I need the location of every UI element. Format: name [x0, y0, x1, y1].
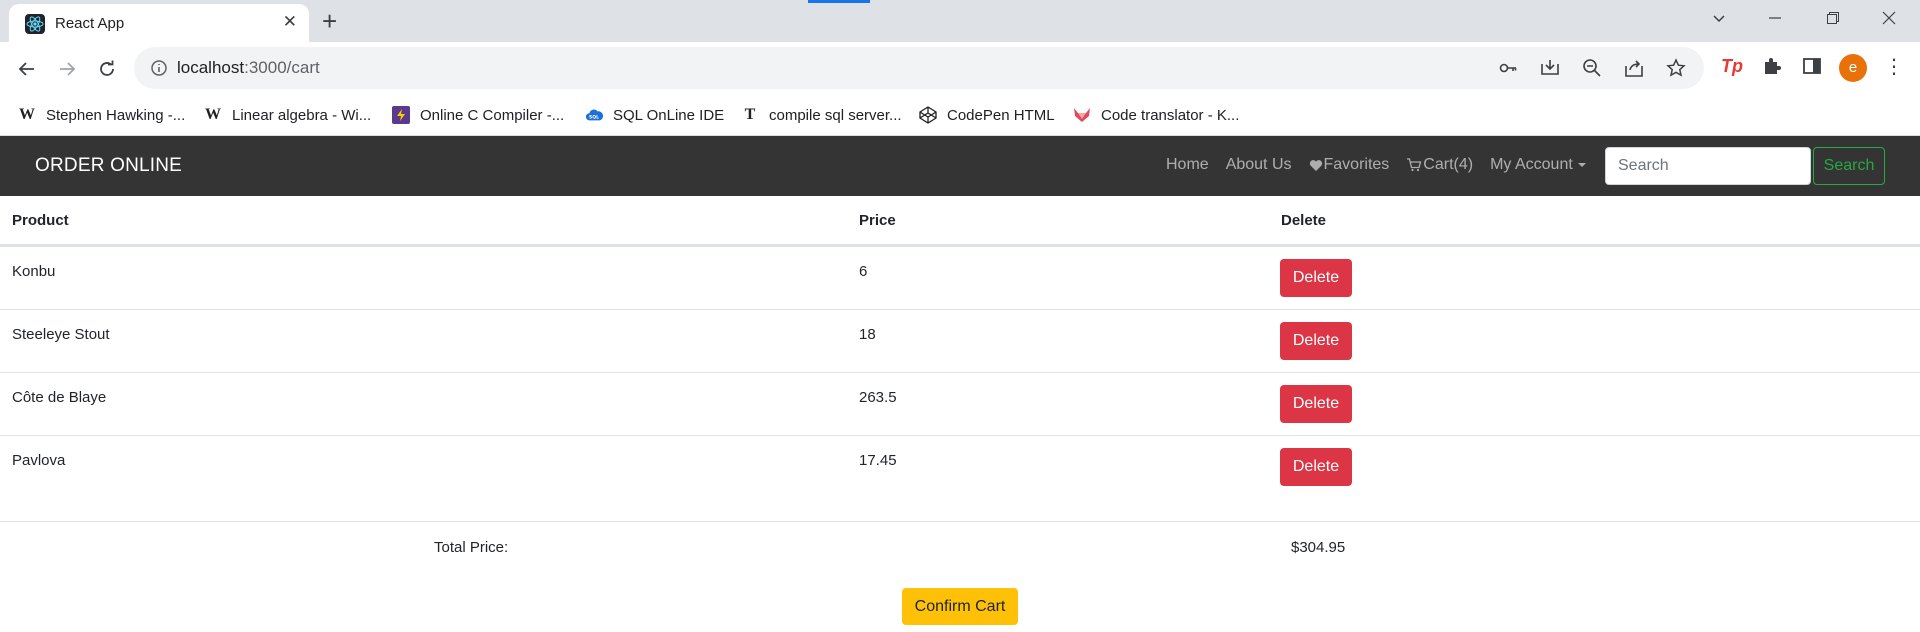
t-letter-icon: T [744, 106, 756, 123]
side-panel-icon[interactable] [1801, 55, 1823, 77]
sql-cloud-icon: SQL [585, 106, 603, 124]
minimize-icon[interactable] [1752, 5, 1798, 35]
bookmark-item[interactable]: W Linear algebra - Wi... [204, 104, 371, 126]
bookmark-item[interactable]: W Stephen Hawking -... [18, 104, 185, 126]
bookmark-label: Online C Compiler -... [420, 106, 565, 124]
product-name: Pavlova [12, 452, 66, 469]
table-header: Product Price Delete [0, 196, 1920, 246]
restore-icon[interactable] [1810, 5, 1856, 35]
nav-links: Home About Us Favorites Cart(4) My Accou… [1166, 156, 1586, 174]
product-name: Konbu [12, 263, 56, 280]
total-label: Total Price: [434, 539, 509, 556]
address-bar[interactable]: localhost:3000/cart [134, 47, 1704, 89]
extensions-puzzle-icon[interactable] [1761, 55, 1783, 77]
product-name: Côte de Blaye [12, 389, 107, 406]
fox-icon [1073, 106, 1091, 124]
confirm-cart-button[interactable]: Confirm Cart [902, 588, 1018, 625]
bookmarks-bar: W Stephen Hawking -... W Linear algebra … [0, 96, 1920, 136]
table-row: Pavlova 17.45 Delete [0, 435, 1920, 498]
total-value: $304.95 [1291, 539, 1346, 556]
product-name: Steeleye Stout [12, 326, 110, 343]
app-navbar: ORDER ONLINE Home About Us Favorites Car… [0, 136, 1920, 196]
header-price: Price [859, 212, 896, 229]
bookmark-label: Linear algebra - Wi... [232, 106, 372, 124]
install-app-icon[interactable] [1540, 58, 1560, 83]
nav-favorites-link[interactable]: Favorites [1309, 156, 1390, 174]
nav-cart-link[interactable]: Cart(4) [1406, 156, 1473, 174]
tab-search-chevron-icon[interactable] [1696, 5, 1742, 35]
favorites-label: Favorites [1323, 156, 1390, 173]
wikipedia-icon: W [19, 106, 35, 123]
bookmark-label: SQL OnLine IDE [613, 106, 725, 124]
svg-text:SQL: SQL [589, 115, 599, 121]
cart-table: Product Price Delete Konbu 6 Delete Stee… [0, 196, 1920, 498]
bookmark-star-icon[interactable] [1666, 58, 1686, 83]
product-price: 263.5 [859, 389, 897, 406]
zoom-out-icon[interactable] [1582, 58, 1602, 83]
tab-drag-indicator [808, 0, 870, 3]
delete-button[interactable]: Delete [1280, 322, 1352, 360]
bookmark-label: Code translator - K... [1101, 106, 1240, 124]
reload-icon[interactable] [93, 55, 121, 83]
nav-about-link[interactable]: About Us [1226, 156, 1292, 174]
close-window-icon[interactable] [1866, 5, 1912, 35]
product-price: 18 [859, 326, 876, 343]
dropdown-caret-icon [1577, 163, 1586, 167]
profile-avatar[interactable]: e [1839, 54, 1867, 82]
search-input[interactable] [1605, 147, 1811, 185]
tab-close-icon[interactable]: ✕ [283, 12, 297, 32]
bookmark-item[interactable]: Online C Compiler -... [392, 104, 564, 126]
browser-toolbar: localhost:3000/cart [0, 42, 1920, 96]
bookmark-item[interactable]: T compile sql server... [741, 104, 902, 126]
bookmark-item[interactable]: SQL SQL OnLine IDE [585, 104, 724, 126]
codepen-icon [919, 106, 937, 124]
omnibox-actions [1498, 58, 1686, 83]
delete-button[interactable]: Delete [1280, 448, 1352, 486]
bookmark-item[interactable]: Code translator - K... [1073, 104, 1239, 126]
bookmark-item[interactable]: CodePen HTML [919, 104, 1055, 126]
url-path: :3000/cart [244, 58, 320, 77]
product-price: 17.45 [859, 452, 897, 469]
share-icon[interactable] [1624, 58, 1644, 83]
onlinegdb-icon [392, 106, 410, 124]
total-row: Total Price: $304.95 [0, 521, 1920, 573]
browser-tab[interactable]: React App ✕ [9, 4, 309, 42]
back-arrow-icon[interactable] [13, 55, 41, 83]
table-row: Côte de Blaye 263.5 Delete [0, 372, 1920, 435]
table-row: Konbu 6 Delete [0, 246, 1920, 309]
brand-title[interactable]: ORDER ONLINE [35, 155, 182, 177]
browser-tabstrip: React App ✕ + [0, 0, 1920, 42]
header-product: Product [12, 212, 69, 229]
nav-home-link[interactable]: Home [1166, 156, 1209, 174]
wikipedia-icon: W [205, 106, 221, 123]
react-logo-icon [25, 14, 45, 34]
tp-extension-icon[interactable]: Tp [1721, 55, 1743, 77]
delete-button[interactable]: Delete [1280, 259, 1352, 297]
cart-label: Cart(4) [1423, 156, 1474, 173]
key-icon[interactable] [1498, 58, 1518, 83]
url-text[interactable]: localhost:3000/cart [177, 58, 320, 78]
forward-arrow-icon[interactable] [53, 55, 81, 83]
site-info-icon[interactable] [150, 59, 168, 82]
url-host: localhost [177, 58, 245, 77]
browser-menu-icon[interactable]: ⋮ [1884, 56, 1904, 78]
new-tab-icon[interactable]: + [322, 8, 337, 34]
cart-icon [1407, 158, 1422, 172]
tab-title: React App [55, 15, 125, 32]
bookmark-label: CodePen HTML [947, 106, 1055, 124]
table-row: Steeleye Stout 18 Delete [0, 309, 1920, 372]
header-delete: Delete [1281, 212, 1327, 229]
nav-account-dropdown[interactable]: My Account [1490, 156, 1586, 174]
product-price: 6 [859, 263, 868, 280]
search-button[interactable]: Search [1813, 147, 1885, 185]
bookmark-label: Stephen Hawking -... [46, 106, 186, 124]
bookmark-label: compile sql server... [769, 106, 902, 124]
heart-icon [1309, 159, 1322, 171]
delete-button[interactable]: Delete [1280, 385, 1352, 423]
account-label: My Account [1490, 156, 1573, 173]
